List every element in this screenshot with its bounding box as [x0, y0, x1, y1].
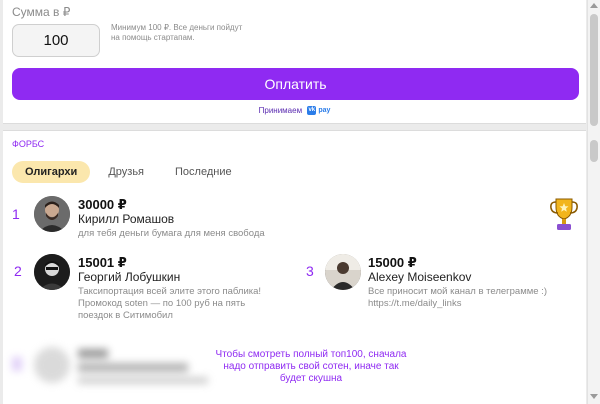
trophy-icon — [550, 198, 578, 230]
amount-input[interactable]: 100 — [12, 24, 100, 57]
scroll-thumb[interactable] — [590, 14, 598, 126]
leaderboard-card: ФОРБС Олигархи Друзья Последние 1 30000 … — [3, 130, 586, 404]
payment-card: Сумма в ₽ 100 Минимум 100 ₽. Все деньги … — [3, 0, 586, 124]
scroll-down-arrow-icon[interactable] — [590, 394, 598, 399]
accept-row: Принимаем vk pay — [3, 106, 586, 116]
pay-button[interactable]: Оплатить — [12, 68, 579, 100]
amount-hint: Минимум 100 ₽. Все деньги пойдут на помо… — [111, 23, 243, 42]
avatar-photo-icon — [34, 254, 70, 290]
donation-amount: 15000 ₽ — [368, 255, 417, 270]
rank-number: 3 — [306, 263, 314, 279]
scrollbar[interactable] — [587, 0, 600, 404]
donor-name: Кирилл Ромашов — [78, 212, 175, 226]
donor-name: Георгий Лобушкин — [78, 270, 181, 284]
avatar[interactable] — [34, 254, 70, 290]
rank-number: 1 — [12, 206, 20, 222]
leaderboard-tabs: Олигархи Друзья Последние — [12, 161, 250, 183]
avatar-photo-icon — [325, 254, 361, 290]
pay-word: pay — [318, 107, 331, 115]
vk-logo-icon: vk — [307, 106, 317, 116]
donor-name: Alexey Moiseenkov — [368, 270, 472, 284]
donation-amount: 15001 ₽ — [78, 255, 127, 270]
locked-notice: Чтобы смотреть полный топ100, сначала на… — [215, 349, 407, 384]
tab-recent[interactable]: Последние — [162, 161, 245, 183]
scroll-up-arrow-icon[interactable] — [590, 3, 598, 8]
donor-note: для тебя деньги бумага для меня свобода — [78, 228, 265, 239]
amount-label: Сумма в ₽ — [12, 5, 71, 19]
scroll-thumb-lower[interactable] — [590, 140, 598, 162]
tab-friends[interactable]: Друзья — [95, 161, 157, 183]
section-title: ФОРБС — [12, 139, 45, 149]
donor-note: Все приносит мой канал в телеграмме :) h… — [368, 286, 547, 309]
accept-text: Принимаем — [258, 106, 303, 115]
donor-note: Таксипортация всей элите этого паблика! … — [78, 286, 262, 321]
rank-number: 2 — [14, 263, 22, 279]
vk-pay-logo: vk pay — [307, 106, 331, 116]
avatar-photo-icon — [34, 196, 70, 232]
donation-amount: 30000 ₽ — [78, 197, 127, 212]
avatar[interactable] — [325, 254, 361, 290]
avatar[interactable] — [34, 196, 70, 232]
tab-oligarchs[interactable]: Олигархи — [12, 161, 91, 183]
